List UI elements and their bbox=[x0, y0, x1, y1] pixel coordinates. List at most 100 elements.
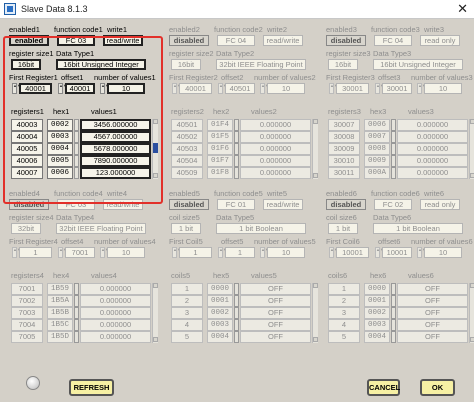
number-of-values-field[interactable]: 10 bbox=[107, 247, 145, 258]
row-spinner[interactable] bbox=[234, 283, 239, 295]
first-register-field[interactable]: 1 bbox=[179, 247, 212, 258]
value-cell[interactable]: 0.000000 bbox=[240, 119, 311, 131]
first-register-field[interactable]: 10001 bbox=[336, 247, 369, 258]
register-cell[interactable]: 40502 bbox=[171, 131, 203, 143]
register-cell[interactable]: 7002 bbox=[11, 295, 43, 307]
row-spinner[interactable] bbox=[74, 283, 79, 295]
enabled-toggle[interactable]: disabled bbox=[169, 35, 209, 46]
num-values-spinner[interactable]: ▲▼ bbox=[417, 247, 426, 258]
row-spinner[interactable] bbox=[234, 155, 239, 167]
num-values-spinner[interactable]: ▲▼ bbox=[100, 247, 109, 258]
register-cell[interactable]: 7005 bbox=[11, 331, 43, 343]
scroll-down-arrow-icon[interactable] bbox=[313, 173, 318, 178]
row-spinner[interactable] bbox=[234, 295, 239, 307]
value-cell[interactable]: 0.000000 bbox=[397, 155, 468, 167]
register-cell[interactable]: 7004 bbox=[11, 319, 43, 331]
register-cell[interactable]: 30009 bbox=[328, 143, 360, 155]
value-cell[interactable]: OFF bbox=[240, 307, 311, 319]
value-cell[interactable]: 0.000000 bbox=[80, 331, 151, 343]
row-spinner[interactable] bbox=[391, 307, 396, 319]
row-spinner[interactable] bbox=[391, 119, 396, 131]
register-size-field[interactable]: 1 bit bbox=[328, 223, 358, 234]
row-spinner[interactable] bbox=[391, 167, 396, 179]
scroll-up-arrow-icon[interactable] bbox=[313, 119, 318, 124]
value-cell[interactable]: OFF bbox=[240, 331, 311, 343]
value-cell[interactable]: OFF bbox=[397, 295, 468, 307]
register-cell[interactable]: 3 bbox=[328, 307, 360, 319]
value-cell[interactable]: 0.000000 bbox=[80, 319, 151, 331]
scroll-up-arrow-icon[interactable] bbox=[313, 283, 318, 288]
num-values-spinner[interactable]: ▲▼ bbox=[260, 83, 269, 94]
value-cell[interactable]: OFF bbox=[240, 295, 311, 307]
register-cell[interactable]: 30010 bbox=[328, 155, 360, 167]
offset-field[interactable]: 1 bbox=[225, 247, 255, 258]
first-register-spinner[interactable]: ▲▼ bbox=[172, 83, 181, 94]
grid-scrollbar[interactable] bbox=[312, 283, 318, 343]
cancel-button[interactable]: CANCEL bbox=[367, 379, 400, 396]
scroll-down-arrow-icon[interactable] bbox=[313, 337, 318, 342]
register-cell[interactable]: 2 bbox=[328, 295, 360, 307]
function-code-field[interactable]: FC 04 bbox=[217, 35, 255, 46]
register-cell[interactable]: 40504 bbox=[171, 155, 203, 167]
grid-scrollbar[interactable] bbox=[469, 283, 474, 343]
register-cell[interactable]: 5 bbox=[171, 331, 203, 343]
row-spinner[interactable] bbox=[391, 283, 396, 295]
data-type-field[interactable]: 32bit IEEE Floating Point bbox=[216, 59, 306, 70]
row-spinner[interactable] bbox=[234, 119, 239, 131]
first-register-field[interactable]: 30001 bbox=[336, 83, 369, 94]
first-register-spinner[interactable]: ▲▼ bbox=[329, 247, 338, 258]
row-spinner[interactable] bbox=[391, 131, 396, 143]
grid-scrollbar[interactable] bbox=[469, 119, 474, 179]
offset-spinner[interactable]: ▲▼ bbox=[218, 247, 227, 258]
register-cell[interactable]: 4 bbox=[171, 319, 203, 331]
number-of-values-field[interactable]: 10 bbox=[267, 83, 305, 94]
number-of-values-field[interactable]: 10 bbox=[424, 247, 462, 258]
grid-scrollbar[interactable] bbox=[312, 119, 318, 179]
register-cell[interactable]: 7001 bbox=[11, 283, 43, 295]
register-size-field[interactable]: 32bit bbox=[11, 223, 41, 234]
row-spinner[interactable] bbox=[74, 319, 79, 331]
value-cell[interactable]: 0.000000 bbox=[240, 167, 311, 179]
write-mode-field[interactable]: read only bbox=[420, 35, 460, 46]
function-code-field[interactable]: FC 01 bbox=[217, 199, 255, 210]
register-size-field[interactable]: 1 bit bbox=[171, 223, 201, 234]
first-register-field[interactable]: 1 bbox=[19, 247, 52, 258]
offset-spinner[interactable]: ▲▼ bbox=[375, 83, 384, 94]
write-mode-field[interactable]: read only bbox=[420, 199, 460, 210]
row-spinner[interactable] bbox=[391, 143, 396, 155]
register-size-field[interactable]: 16bit bbox=[328, 59, 358, 70]
enabled-toggle[interactable]: disabled bbox=[169, 199, 209, 210]
row-spinner[interactable] bbox=[391, 295, 396, 307]
value-cell[interactable]: 0.000000 bbox=[397, 119, 468, 131]
value-cell[interactable]: OFF bbox=[240, 283, 311, 295]
data-type-field[interactable]: 32bit IEEE Floating Point bbox=[56, 223, 146, 234]
value-cell[interactable]: 0.000000 bbox=[240, 155, 311, 167]
write-mode-field[interactable]: read/write bbox=[263, 199, 303, 210]
value-cell[interactable]: OFF bbox=[397, 331, 468, 343]
value-cell[interactable]: OFF bbox=[240, 319, 311, 331]
row-spinner[interactable] bbox=[234, 331, 239, 343]
row-spinner[interactable] bbox=[391, 155, 396, 167]
row-spinner[interactable] bbox=[74, 331, 79, 343]
first-register-spinner[interactable]: ▲▼ bbox=[172, 247, 181, 258]
offset-field[interactable]: 40501 bbox=[225, 83, 255, 94]
enabled-toggle[interactable]: disabled bbox=[326, 199, 366, 210]
first-register-spinner[interactable]: ▲▼ bbox=[12, 247, 21, 258]
value-cell[interactable]: 0.000000 bbox=[397, 131, 468, 143]
register-cell[interactable]: 4 bbox=[328, 319, 360, 331]
number-of-values-field[interactable]: 10 bbox=[424, 83, 462, 94]
register-cell[interactable]: 3 bbox=[171, 307, 203, 319]
value-cell[interactable]: 0.000000 bbox=[240, 131, 311, 143]
offset-field[interactable]: 10001 bbox=[382, 247, 412, 258]
register-cell[interactable]: 40501 bbox=[171, 119, 203, 131]
register-cell[interactable]: 30008 bbox=[328, 131, 360, 143]
close-icon[interactable]: ✕ bbox=[457, 1, 468, 17]
scroll-up-arrow-icon[interactable] bbox=[470, 119, 474, 124]
data-type-field[interactable]: 1 bit Boolean bbox=[216, 223, 306, 234]
offset-spinner[interactable]: ▲▼ bbox=[58, 247, 67, 258]
register-cell[interactable]: 5 bbox=[328, 331, 360, 343]
value-cell[interactable]: OFF bbox=[397, 307, 468, 319]
register-size-field[interactable]: 16bit bbox=[171, 59, 201, 70]
value-cell[interactable]: 0.000000 bbox=[240, 143, 311, 155]
value-cell[interactable]: 0.000000 bbox=[397, 167, 468, 179]
